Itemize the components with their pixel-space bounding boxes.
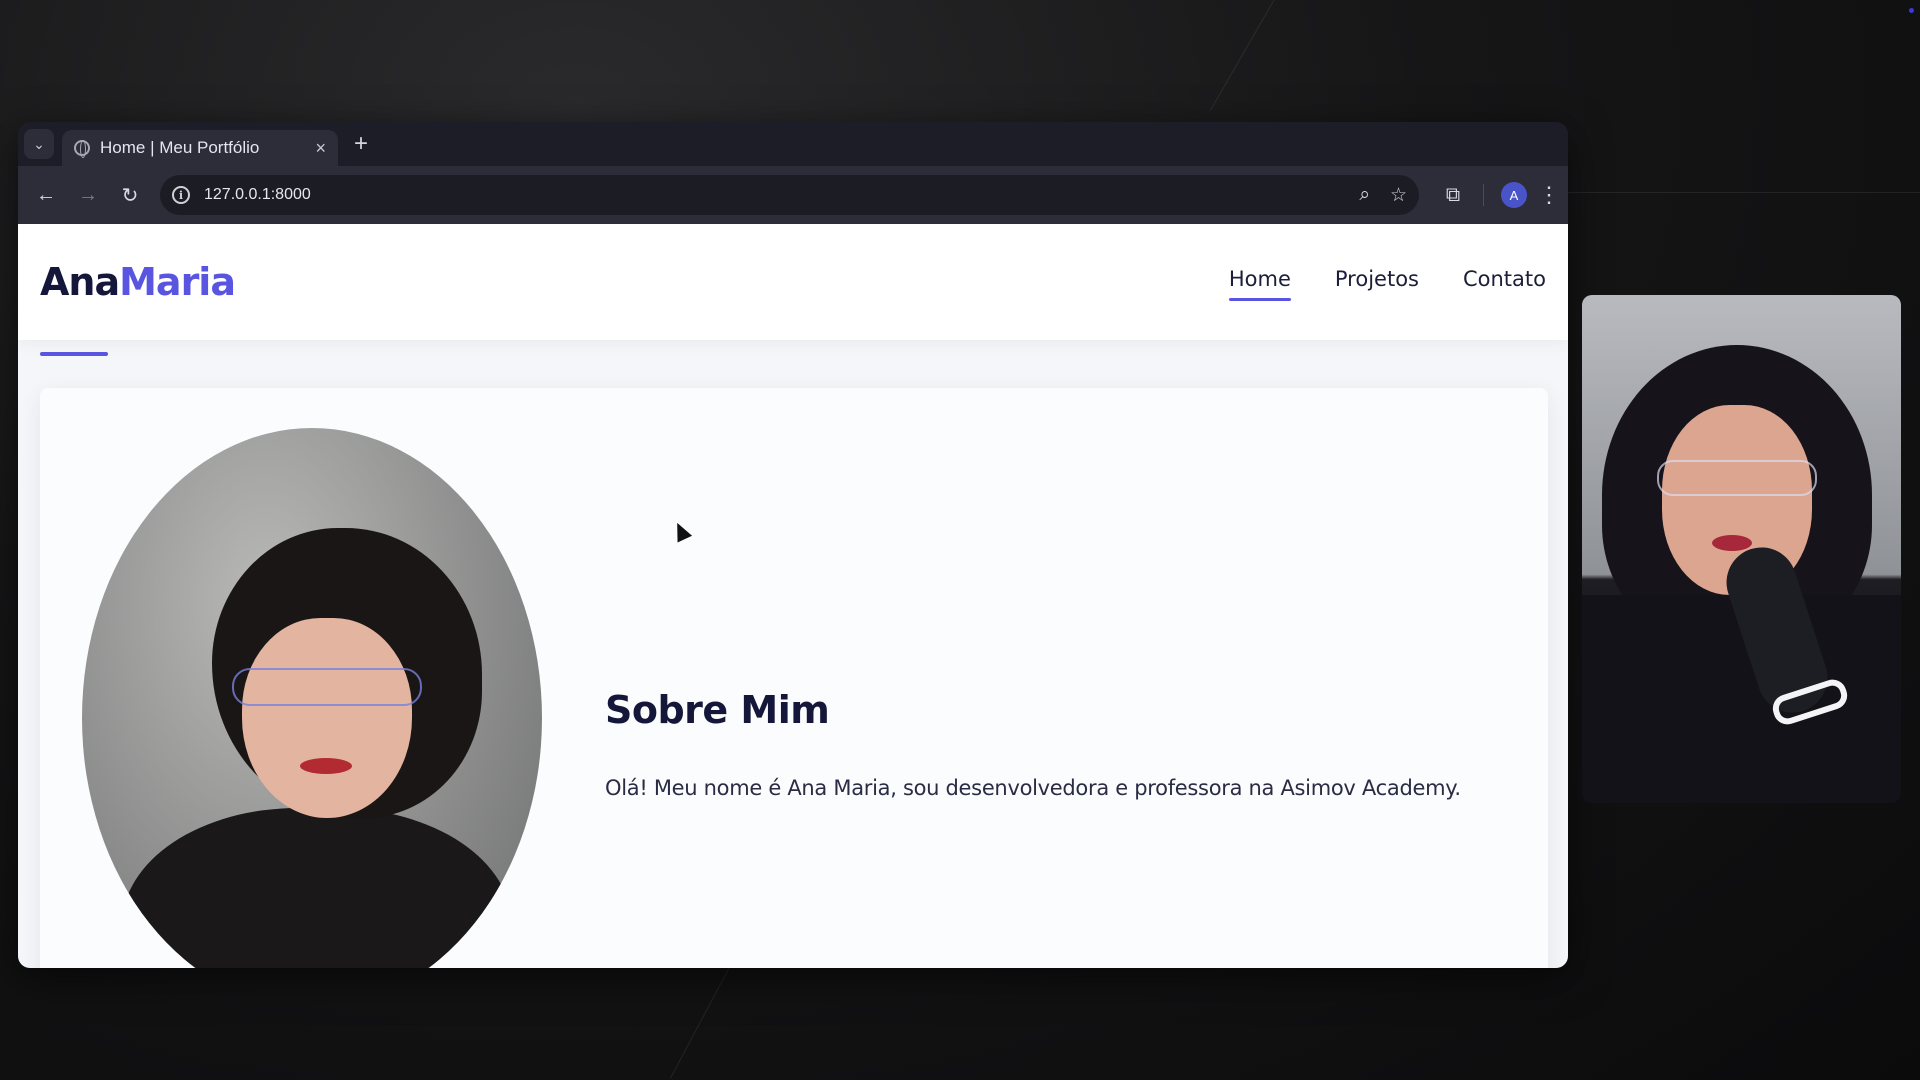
reload-button[interactable]: ↻: [112, 177, 148, 213]
zoom-icon[interactable]: ⌕: [1359, 184, 1370, 207]
kebab-menu-icon[interactable]: ⋮: [1538, 182, 1560, 208]
profile-button[interactable]: A: [1496, 177, 1532, 213]
back-button[interactable]: ←: [28, 177, 64, 213]
about-title: Sobre Mim: [605, 688, 830, 732]
new-tab-button[interactable]: +: [354, 132, 368, 156]
nav-projetos[interactable]: Projetos: [1335, 267, 1419, 297]
browser-toolbar: ← → ↻ i 127.0.0.1:8000 ⌕ ☆ ⧉ A ⋮: [18, 166, 1568, 224]
arrow-left-icon: ←: [36, 183, 56, 206]
accent-bar: [40, 352, 108, 356]
tab-search-button[interactable]: ⌄: [24, 129, 54, 159]
close-icon[interactable]: ×: [315, 138, 326, 159]
tab-title: Home | Meu Portfólio: [100, 138, 260, 157]
page-viewport: AnaMaria Home Projetos Contato Sobre Mim…: [18, 224, 1568, 968]
webcam-overlay: [1582, 295, 1901, 803]
site-info-icon[interactable]: i: [172, 186, 190, 204]
bookmark-star-icon[interactable]: ☆: [1390, 184, 1407, 207]
logo-accent: Maria: [119, 260, 236, 304]
extensions-button[interactable]: ⧉: [1435, 177, 1471, 213]
toolbar-divider: [1483, 184, 1484, 206]
nav-contato[interactable]: Contato: [1463, 267, 1546, 297]
tab-strip: ⌄ Home | Meu Portfólio × +: [18, 122, 1568, 166]
avatar: A: [1501, 182, 1527, 208]
about-section: Sobre Mim Olá! Meu nome é Ana Maria, sou…: [605, 688, 1461, 800]
url-text[interactable]: 127.0.0.1:8000: [204, 186, 1345, 204]
corner-dot: [1909, 8, 1914, 13]
site-logo[interactable]: AnaMaria: [40, 260, 236, 304]
about-text: Olá! Meu nome é Ana Maria, sou desenvolv…: [605, 776, 1461, 800]
site-header: AnaMaria Home Projetos Contato: [18, 224, 1568, 340]
puzzle-icon: ⧉: [1445, 183, 1461, 206]
main-nav: Home Projetos Contato: [1228, 267, 1546, 301]
chevron-down-icon: ⌄: [33, 135, 45, 152]
logo-primary: Ana: [40, 260, 120, 304]
profile-photo: [82, 428, 542, 968]
about-card: Sobre Mim Olá! Meu nome é Ana Maria, sou…: [40, 388, 1548, 968]
address-bar[interactable]: i 127.0.0.1:8000 ⌕ ☆: [160, 175, 1419, 215]
globe-icon: [74, 140, 90, 158]
reload-icon: ↻: [121, 184, 139, 207]
arrow-right-icon: →: [78, 183, 98, 206]
forward-button[interactable]: →: [70, 177, 106, 213]
browser-window: ⌄ Home | Meu Portfólio × + ← → ↻ i 127.0…: [18, 122, 1568, 968]
tab-home[interactable]: Home | Meu Portfólio ×: [62, 130, 338, 166]
nav-home[interactable]: Home: [1228, 267, 1291, 301]
